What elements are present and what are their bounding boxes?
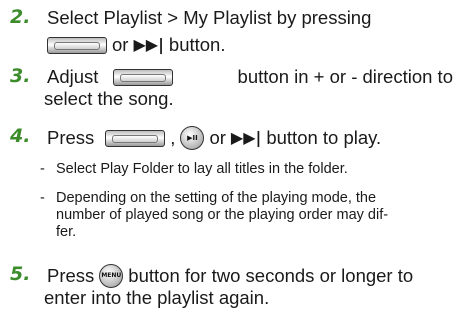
step-text: button to play. xyxy=(266,127,382,148)
wheel-button-icon xyxy=(113,68,174,86)
step-number: 3. xyxy=(10,65,31,87)
note-text: number of played song or the playing ord… xyxy=(56,207,389,223)
note-bullet: - xyxy=(40,161,45,177)
step-5-line-1: Press MENU button for two seconds or lon… xyxy=(47,264,413,288)
wheel-button-icon xyxy=(47,36,107,54)
step-text: , xyxy=(170,127,176,148)
play-pause-button-icon: ▶II xyxy=(180,126,205,150)
step-3-line-2: select the song. xyxy=(44,88,174,109)
wheel-button-icon xyxy=(105,129,166,147)
step-text: Press xyxy=(47,127,95,148)
step-text: or xyxy=(209,127,226,148)
step-2-line-2: or ▶▶| button. xyxy=(47,34,225,56)
note-bullet: - xyxy=(40,190,45,206)
step-3-line-1: Adjust button in + or - direction to xyxy=(47,66,453,88)
step-text: button in + or - direction to xyxy=(237,66,453,87)
step-text: button. xyxy=(168,34,226,55)
note-text: Depending on the setting of the playing … xyxy=(56,190,377,206)
step-4-line-1: Press , ▶II or ▶▶| button to play. xyxy=(47,126,381,150)
step-text: or xyxy=(112,34,129,55)
note-text: fer. xyxy=(56,224,77,240)
play-next-icon: ▶▶| xyxy=(230,128,262,147)
play-next-icon: ▶▶| xyxy=(133,35,164,54)
note-text: Select Play Folder to lay all titles in … xyxy=(56,161,348,177)
step-number: 5. xyxy=(10,263,31,285)
step-text: Select Playlist > My Playlist by pressin… xyxy=(47,7,372,28)
step-2-line-1: Select Playlist > My Playlist by pressin… xyxy=(47,7,453,29)
step-text: button for two seconds or longer to xyxy=(128,265,414,286)
step-text: Press xyxy=(47,265,95,286)
menu-button-icon: MENU xyxy=(99,264,124,288)
step-number: 4. xyxy=(10,125,31,147)
step-number: 2. xyxy=(10,6,31,28)
step-5-line-2: enter into the playlist again. xyxy=(44,287,270,308)
step-text: Adjust xyxy=(47,66,99,87)
